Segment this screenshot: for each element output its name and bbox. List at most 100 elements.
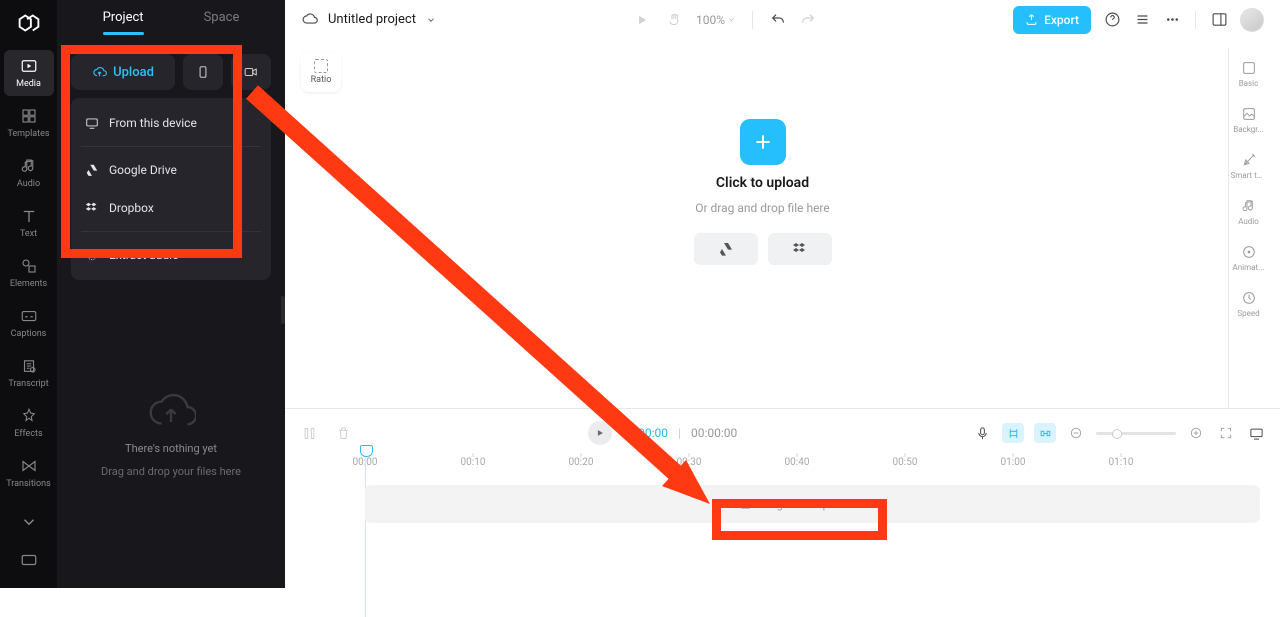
rail-brand-icon[interactable] (4, 544, 54, 576)
cloud-upload-icon (92, 65, 107, 80)
upload-button[interactable]: Upload (71, 54, 175, 90)
menu-item-label: Extract audio (109, 248, 179, 262)
drop-text: Drag and drop media here (760, 498, 886, 511)
zoom-knob[interactable] (1112, 429, 1122, 439)
dropbox-icon (792, 241, 808, 257)
canvas-preview[interactable]: Ratio Click to upload Or drag and drop f… (297, 48, 1228, 408)
magnet-toggle[interactable] (1034, 423, 1056, 443)
plus-icon (753, 132, 773, 152)
ruler-tick: 00:50 (893, 457, 918, 468)
empty-text-2: Drag and drop your files here (101, 465, 241, 478)
rail-label: Captions (11, 329, 47, 339)
more-icon[interactable] (1163, 11, 1181, 29)
rail-label: Effects (14, 429, 42, 439)
project-title[interactable]: Untitled project (328, 12, 416, 27)
zoom-in-icon[interactable] (1186, 423, 1206, 443)
rail-label: Elements (10, 279, 47, 289)
rail-audio[interactable]: Audio (4, 150, 54, 196)
import-device-button[interactable] (183, 54, 223, 90)
prop-backgr[interactable]: Backgr... (1231, 106, 1267, 134)
project-panel: Project Space Upload From this device Go… (57, 0, 285, 588)
timeline-play-button[interactable] (588, 421, 612, 445)
zoom-indicator[interactable]: 100% (696, 13, 736, 27)
rail-effects[interactable]: Effects (4, 400, 54, 446)
upload-gdrive-button[interactable] (694, 233, 758, 265)
rail-label: Text (20, 229, 37, 239)
prop-speed[interactable]: Speed (1231, 290, 1267, 318)
redo-icon[interactable] (799, 11, 817, 29)
rail-text[interactable]: Text (4, 200, 54, 246)
menu-google-drive[interactable]: Google Drive (71, 151, 271, 189)
rail-label: Transcript (8, 379, 48, 389)
prop-animat[interactable]: Animat... (1231, 244, 1267, 272)
monitor-icon (85, 116, 99, 130)
upload-dropbox-button[interactable] (768, 233, 832, 265)
layout-panel-icon[interactable] (1210, 11, 1228, 29)
rail-transcript[interactable]: Transcript (4, 350, 54, 396)
prop-audio[interactable]: Audio (1231, 198, 1267, 226)
rail-elements[interactable]: Elements (4, 250, 54, 296)
help-icon[interactable] (1103, 11, 1121, 29)
monitor-timeline-icon[interactable] (1246, 423, 1266, 443)
upload-menu: From this device Google Drive Dropbox Ex… (71, 98, 271, 280)
rail-media[interactable]: Media (4, 50, 54, 96)
user-avatar[interactable] (1240, 8, 1264, 32)
rail-label: Transitions (6, 479, 51, 489)
prop-basic[interactable]: Basic (1231, 60, 1267, 88)
chevron-down-icon[interactable] (426, 15, 436, 25)
properties-rail: Basic Backgr... Smart tools Audio Animat... S… (1228, 48, 1268, 408)
undo-icon[interactable] (769, 11, 787, 29)
menu-from-device[interactable]: From this device (71, 104, 271, 142)
upload-subtitle: Or drag and drop file here (695, 201, 830, 215)
upload-tile[interactable] (740, 119, 786, 165)
menu-extract-audio[interactable]: Extract audio (71, 236, 271, 274)
prop-label: Speed (1231, 309, 1267, 318)
app-logo[interactable] (14, 8, 44, 38)
google-drive-icon (85, 163, 99, 177)
menu-item-label: Google Drive (109, 163, 177, 177)
rail-captions[interactable]: Captions (4, 300, 54, 346)
record-button[interactable] (231, 54, 271, 90)
rail-label: Templates (7, 129, 49, 139)
split-icon[interactable] (299, 423, 319, 443)
zoom-out-icon[interactable] (1066, 423, 1086, 443)
cloud-empty-icon (146, 390, 196, 432)
ruler-tick: 00:40 (785, 457, 810, 468)
prop-label: Audio (1231, 217, 1267, 226)
camera-icon (243, 65, 259, 79)
preview-play-icon[interactable] (632, 10, 652, 30)
playhead[interactable] (365, 447, 366, 617)
save-cloud-icon[interactable] (301, 11, 318, 28)
timeline: 00:00:00 | 00:00:00 00:0000:1000:2000:30… (285, 408, 1280, 588)
prop-label: Backgr... (1231, 125, 1267, 134)
mic-icon[interactable] (972, 423, 992, 443)
top-bar: Untitled project 100% Export (285, 0, 1280, 40)
snap-toggle[interactable] (1002, 423, 1024, 443)
prop-label: Basic (1231, 79, 1267, 88)
rail-templates[interactable]: Templates (4, 100, 54, 146)
ruler-tick: 00:30 (677, 457, 702, 468)
rail-transitions[interactable]: Transitions (4, 450, 54, 496)
prop-smarttools[interactable]: Smart tools (1231, 152, 1267, 180)
menu-item-label: From this device (109, 116, 197, 130)
timeline-drop-zone[interactable]: Drag and drop media here (365, 485, 1260, 523)
empty-text-1: There's nothing yet (125, 442, 217, 455)
dropbox-icon (85, 201, 99, 215)
tab-space[interactable]: Space (204, 10, 240, 31)
rail-more[interactable] (4, 504, 54, 540)
export-button[interactable]: Export (1013, 6, 1091, 34)
menu-item-label: Dropbox (109, 201, 154, 215)
export-icon (1025, 13, 1038, 26)
hand-tool-icon[interactable] (664, 10, 684, 30)
list-icon[interactable] (1133, 11, 1151, 29)
tab-project[interactable]: Project (103, 10, 144, 31)
delete-icon[interactable] (333, 423, 353, 443)
timeline-ruler[interactable]: 00:0000:1000:2000:3000:4000:5001:0001:10 (299, 453, 1266, 475)
zoom-slider[interactable] (1096, 432, 1176, 435)
ratio-button[interactable]: Ratio (301, 52, 341, 92)
menu-dropbox[interactable]: Dropbox (71, 189, 271, 227)
fit-icon[interactable] (1216, 423, 1236, 443)
phone-icon (196, 65, 210, 79)
timeline-tracks[interactable]: 00:0000:1000:2000:3000:4000:5001:0001:10… (299, 447, 1266, 574)
ratio-icon (314, 59, 328, 73)
